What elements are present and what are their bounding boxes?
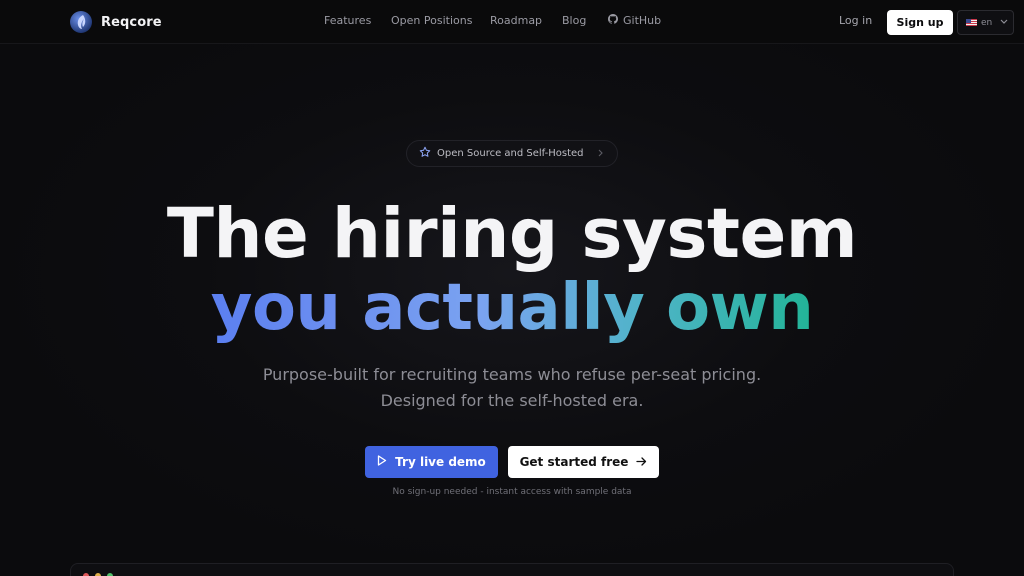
brand[interactable]: Reqcore xyxy=(70,10,162,34)
hero-title-line-1: The hiring system xyxy=(166,194,858,274)
open-source-badge[interactable]: Open Source and Self-Hosted xyxy=(406,140,618,167)
play-icon xyxy=(377,455,387,469)
signup-button[interactable]: Sign up xyxy=(887,10,953,35)
star-icon xyxy=(419,146,431,161)
top-navigation: Reqcore Features Open Positions Roadmap … xyxy=(0,0,1024,44)
try-live-demo-button[interactable]: Try live demo xyxy=(365,446,498,478)
nav-link-features[interactable]: Features xyxy=(324,14,371,27)
hero-subtitle-line-1: Purpose-built for recruiting teams who r… xyxy=(262,365,762,384)
chevron-down-icon xyxy=(1000,18,1008,28)
badge-label: Open Source and Self-Hosted xyxy=(437,148,584,159)
arrow-right-icon xyxy=(636,455,647,469)
hero-gradient-text: you actually own xyxy=(210,271,814,345)
app-preview-frame xyxy=(70,563,954,576)
github-icon xyxy=(608,14,618,27)
reqcore-logo-icon xyxy=(70,11,92,33)
hero-subtitle-line-2: Designed for the self-hosted era. xyxy=(380,391,644,410)
demo-note: No sign-up needed - instant access with … xyxy=(392,487,632,497)
nav-link-roadmap[interactable]: Roadmap xyxy=(490,14,542,27)
language-select[interactable]: en xyxy=(957,10,1014,35)
us-flag-icon xyxy=(966,19,977,26)
chevron-right-icon xyxy=(598,149,603,159)
login-link[interactable]: Log in xyxy=(839,14,872,27)
get-started-free-button[interactable]: Get started free xyxy=(508,446,659,478)
nav-link-blog[interactable]: Blog xyxy=(562,14,586,27)
language-label: en xyxy=(981,17,993,28)
nav-link-github[interactable]: GitHub xyxy=(608,14,661,27)
nav-link-open-positions[interactable]: Open Positions xyxy=(391,14,472,27)
brand-name: Reqcore xyxy=(101,14,162,30)
hero-title-line-2: you actually own xyxy=(0,272,1024,344)
